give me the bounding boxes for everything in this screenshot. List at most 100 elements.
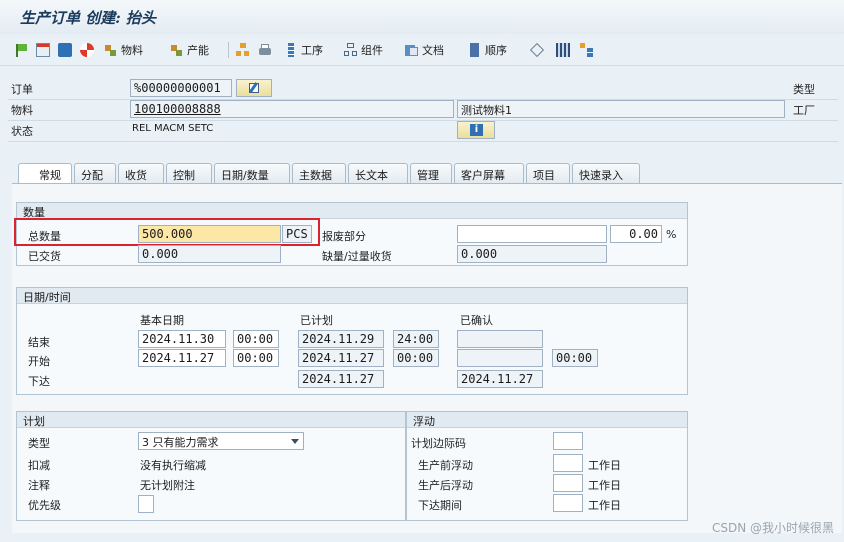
- start-basic-time-input[interactable]: 00:00: [233, 349, 279, 367]
- tab-goods-receipt[interactable]: 收货: [118, 163, 164, 183]
- col-confirmed: 已确认: [460, 314, 493, 327]
- plan-type-label: 类型: [28, 437, 50, 450]
- delivered-field: 0.000: [138, 245, 281, 263]
- cube-icon[interactable]: [529, 40, 545, 60]
- calendar-icon[interactable]: [36, 40, 50, 60]
- float-before-label: 生产前浮动: [418, 459, 473, 472]
- tab-customer-screen[interactable]: 客户屏幕: [454, 163, 524, 183]
- documents-icon: [405, 43, 419, 57]
- order-label: 订单: [11, 83, 33, 96]
- end-scheduled-time: 24:00: [393, 330, 439, 348]
- reduction-value: 没有执行缩减: [140, 459, 206, 472]
- float-before-input[interactable]: [553, 454, 583, 472]
- short-over-receipt-label: 缺量/过量收货: [322, 250, 392, 263]
- short-over-receipt-field: 0.000: [457, 245, 607, 263]
- printer-icon[interactable]: [258, 40, 272, 60]
- tab-fast-entry[interactable]: 快速录入: [572, 163, 640, 183]
- end-confirmed-date: [457, 330, 543, 348]
- material-description: 测试物料1: [457, 100, 785, 118]
- capacity-icon: [170, 43, 184, 57]
- sched-margin-input[interactable]: [553, 432, 583, 450]
- documents-button[interactable]: 文档: [405, 40, 444, 60]
- scrap-label: 报废部分: [322, 230, 366, 243]
- info-icon: i: [470, 124, 483, 136]
- delivered-label: 已交货: [28, 250, 61, 263]
- tab-long-text[interactable]: 长文本: [348, 163, 408, 183]
- material-label: 物料: [11, 104, 33, 117]
- planning-group: 计划: [16, 411, 406, 521]
- priority-input[interactable]: [138, 495, 154, 513]
- float-before-unit: 工作日: [588, 459, 621, 472]
- sequence-button[interactable]: 顺序: [468, 40, 507, 60]
- type-label: 类型: [793, 83, 815, 96]
- tab-general[interactable]: 常规: [18, 163, 72, 183]
- start-basic-date-input[interactable]: 2024.11.27: [138, 349, 226, 367]
- plant-label: 工厂: [793, 104, 815, 117]
- col-scheduled: 已计划: [300, 314, 333, 327]
- hierarchy-icon[interactable]: [236, 40, 250, 60]
- release-confirmed-date: 2024.11.27: [457, 370, 543, 388]
- start-scheduled-time: 00:00: [393, 349, 439, 367]
- info-button[interactable]: i: [457, 121, 495, 139]
- quantity-group-title: 数量: [17, 203, 687, 219]
- capacity-button[interactable]: 产能: [170, 40, 209, 60]
- plan-type-value: 3 只有能力需求: [142, 436, 219, 449]
- highlight-box: [14, 218, 320, 246]
- lifebuoy-icon[interactable]: [80, 40, 94, 60]
- end-basic-time-input[interactable]: 00:00: [233, 330, 279, 348]
- tab-dates-quantities[interactable]: 日期/数量: [214, 163, 290, 183]
- note-label: 注释: [28, 479, 50, 492]
- scrap-percent-input[interactable]: 0.00: [610, 225, 662, 243]
- start-confirmed-date: [457, 349, 543, 367]
- components-button[interactable]: 组件: [344, 40, 383, 60]
- reduction-label: 扣减: [28, 459, 50, 472]
- page-title: 生产订单 创建: 抬头: [20, 9, 156, 27]
- tab-control[interactable]: 控制: [166, 163, 212, 183]
- priority-label: 优先级: [28, 499, 61, 512]
- release-period-input[interactable]: [553, 494, 583, 512]
- components-icon: [344, 43, 358, 57]
- operations-icon: [284, 43, 298, 57]
- float-after-unit: 工作日: [588, 479, 621, 492]
- percent-sign: %: [666, 228, 677, 241]
- document-icon[interactable]: [58, 40, 72, 60]
- float-after-input[interactable]: [553, 474, 583, 492]
- end-basic-date-input[interactable]: 2024.11.30: [138, 330, 226, 348]
- release-label: 下达: [28, 375, 50, 388]
- end-scheduled-date: 2024.11.29: [298, 330, 384, 348]
- tree-structure-icon[interactable]: [580, 40, 594, 60]
- start-confirmed-time: 00:00: [552, 349, 598, 367]
- end-label: 结束: [28, 336, 50, 349]
- title-bar: 生产订单 创建: 抬头: [0, 0, 844, 34]
- status-value: REL MACM SETC: [132, 123, 214, 134]
- sched-margin-label: 计划边际码: [411, 437, 466, 450]
- tab-project[interactable]: 项目: [526, 163, 570, 183]
- application-toolbar: 物料 产能 工序 组件 文档 顺序: [0, 34, 844, 66]
- start-scheduled-date: 2024.11.27: [298, 349, 384, 367]
- float-group-title: 浮动: [407, 412, 687, 428]
- note-value: 无计划附注: [140, 479, 195, 492]
- start-label: 开始: [28, 355, 50, 368]
- plan-type-select[interactable]: 3 只有能力需求: [138, 432, 304, 450]
- tab-master-data[interactable]: 主数据: [292, 163, 346, 183]
- material-field[interactable]: 100100008888: [130, 100, 454, 118]
- release-period-label: 下达期间: [418, 499, 462, 512]
- material-icon: [104, 43, 118, 57]
- release-scheduled-date: 2024.11.27: [298, 370, 384, 388]
- col-basic-date: 基本日期: [140, 314, 184, 327]
- scrap-input[interactable]: [457, 225, 607, 243]
- table-icon[interactable]: [556, 40, 570, 60]
- planning-group-title: 计划: [17, 412, 405, 428]
- material-button[interactable]: 物料: [104, 40, 143, 60]
- flag-icon[interactable]: [14, 40, 28, 60]
- dates-group-title: 日期/时间: [17, 288, 687, 304]
- order-field[interactable]: %00000000001: [130, 79, 232, 97]
- status-label: 状态: [11, 125, 33, 138]
- edit-button[interactable]: [236, 79, 272, 97]
- watermark: CSDN @我小时候很黑: [711, 521, 834, 535]
- tab-assignment[interactable]: 分配: [74, 163, 116, 183]
- tab-administration[interactable]: 管理: [410, 163, 452, 183]
- release-period-unit: 工作日: [588, 499, 621, 512]
- operations-button[interactable]: 工序: [284, 40, 323, 60]
- sequence-icon: [468, 43, 482, 57]
